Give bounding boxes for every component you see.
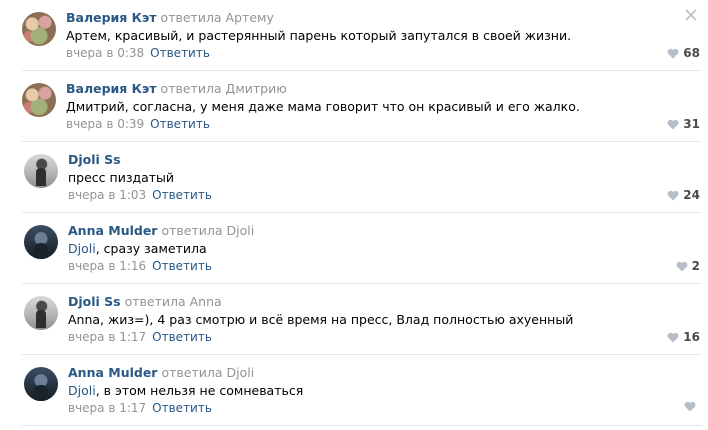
timestamp[interactable]: вчера в 1:03 (68, 188, 146, 202)
comment-text: Djoli, в этом нельзя не сомневаться (68, 383, 303, 398)
heart-icon (667, 190, 679, 200)
comment-meta: вчера в 1:16 Ответить (68, 259, 212, 273)
comment-header: Anna Mulder ответила Djoli (68, 365, 254, 380)
comment-header: Валерия Кэт ответила Артему (66, 10, 274, 25)
timestamp[interactable]: вчера в 1:16 (68, 259, 146, 273)
comment-body: , в этом нельзя не сомневаться (95, 383, 304, 398)
avatar[interactable] (24, 225, 58, 259)
avatar[interactable] (24, 296, 58, 330)
heart-icon (667, 48, 679, 58)
reply-button[interactable]: Ответить (152, 330, 212, 344)
comment-item: Djoli Ss ответила Anna Anna, жиз=), 4 ра… (0, 284, 708, 355)
like-count: 24 (683, 188, 700, 202)
reply-button[interactable]: Ответить (150, 117, 210, 131)
like-count: 2 (691, 259, 700, 273)
comment-meta: вчера в 1:17 Ответить (68, 330, 212, 344)
timestamp[interactable]: вчера в 0:38 (66, 46, 144, 60)
comment-header: Djoli Ss (68, 152, 121, 167)
avatar[interactable] (22, 12, 56, 46)
avatar[interactable] (22, 83, 56, 117)
like-button[interactable]: 24 (667, 188, 700, 202)
author-name[interactable]: Anna Mulder (68, 223, 157, 238)
comment-meta: вчера в 0:39 Ответить (66, 117, 210, 131)
comment-text: Дмитрий, согласна, у меня даже мама гово… (66, 99, 580, 114)
comment-item: Anna Mulder ответила Djoli Djoli, сразу … (0, 213, 708, 284)
author-name[interactable]: Валерия Кэт (66, 10, 157, 25)
author-name[interactable]: Djoli Ss (68, 294, 121, 309)
timestamp[interactable]: вчера в 1:17 (68, 401, 146, 415)
mention-link[interactable]: Djoli (68, 383, 96, 398)
like-button[interactable]: 68 (667, 46, 700, 60)
reply-button[interactable]: Ответить (152, 401, 212, 415)
comment-header: Djoli Ss ответила Anna (68, 294, 222, 309)
author-name[interactable]: Anna Mulder (68, 365, 157, 380)
comment-item: Anna Mulder ответила Djoli Djoli, в этом… (0, 355, 708, 426)
replied-to[interactable]: ответила Djoli (161, 223, 254, 238)
comment-meta: вчера в 0:38 Ответить (66, 46, 210, 60)
comment-text: Djoli, сразу заметила (68, 241, 207, 256)
like-button[interactable]: 16 (667, 330, 700, 344)
comment-meta: вчера в 1:17 Ответить (68, 401, 212, 415)
comment-text: пресс пиздатый (68, 170, 175, 185)
like-count: 68 (683, 46, 700, 60)
mention-link[interactable]: Djoli (68, 241, 96, 256)
heart-icon (676, 261, 688, 271)
author-name[interactable]: Валерия Кэт (66, 81, 157, 96)
author-name[interactable]: Djoli Ss (68, 152, 121, 167)
comment-header: Валерия Кэт ответила Дмитрию (66, 81, 287, 96)
comments-list: Валерия Кэт ответила Артему Артем, краси… (0, 0, 708, 430)
avatar[interactable] (24, 367, 58, 401)
timestamp[interactable]: вчера в 1:17 (68, 330, 146, 344)
like-button[interactable]: 2 (676, 259, 700, 273)
comment-body: , сразу заметила (95, 241, 207, 256)
replied-to[interactable]: ответила Anna (125, 294, 222, 309)
comment-item: Валерия Кэт ответила Дмитрию Дмитрий, со… (0, 71, 708, 142)
like-count: 16 (683, 330, 700, 344)
avatar[interactable] (24, 154, 58, 188)
divider (22, 425, 702, 426)
comment-text: Артем, красивый, и растерянный парень ко… (66, 28, 572, 43)
replied-to[interactable]: ответила Дмитрию (161, 81, 287, 96)
reply-button[interactable]: Ответить (152, 259, 212, 273)
comment-item: Валерия Кэт ответила Артему Артем, краси… (0, 0, 708, 71)
like-button[interactable]: 31 (667, 117, 700, 131)
timestamp[interactable]: вчера в 0:39 (66, 117, 144, 131)
replied-to[interactable]: ответила Артему (161, 10, 274, 25)
heart-icon (667, 119, 679, 129)
replied-to[interactable]: ответила Djoli (161, 365, 254, 380)
comment-item: Djoli Ss пресс пиздатый вчера в 1:03 Отве… (0, 142, 708, 213)
reply-button[interactable]: Ответить (150, 46, 210, 60)
like-count: 31 (683, 117, 700, 131)
comment-text: Anna, жиз=), 4 раз смотрю и всё время на… (68, 312, 574, 327)
comment-meta: вчера в 1:03 Ответить (68, 188, 212, 202)
heart-icon (684, 401, 696, 412)
heart-icon (667, 332, 679, 342)
comment-header: Anna Mulder ответила Djoli (68, 223, 254, 238)
reply-button[interactable]: Ответить (152, 188, 212, 202)
like-button[interactable] (684, 401, 700, 412)
